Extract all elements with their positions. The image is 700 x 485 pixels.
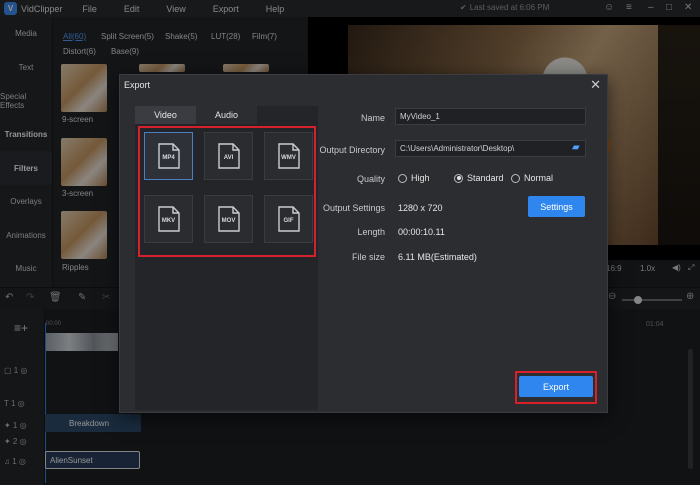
quality-normal-label: Normal xyxy=(524,173,554,183)
file-icon: MOV xyxy=(217,206,240,232)
settings-button[interactable]: Settings xyxy=(528,196,585,217)
radio-icon xyxy=(511,173,520,183)
file-icon: AVI xyxy=(217,143,240,169)
quality-high[interactable]: High xyxy=(398,173,430,183)
name-input[interactable]: MyVideo_1 xyxy=(395,108,586,125)
format-mkv-label: MKV xyxy=(161,218,176,224)
tab-audio[interactable]: Audio xyxy=(196,106,257,124)
file-size-value: 6.11 MB(Estimated) xyxy=(398,252,477,262)
quality-high-label: High xyxy=(411,173,430,183)
output-directory-input[interactable]: C:\Users\Administrator\Desktop\ xyxy=(395,140,586,157)
radio-icon xyxy=(398,173,407,183)
format-avi[interactable]: AVI xyxy=(204,132,253,180)
output-settings-label: Output Settings xyxy=(322,203,385,213)
export-button[interactable]: Export xyxy=(519,376,593,397)
quality-label: Quality xyxy=(356,174,385,184)
file-icon: WMV xyxy=(277,143,300,169)
format-gif-label: GIF xyxy=(283,218,294,224)
file-icon: MKV xyxy=(157,206,180,232)
quality-normal[interactable]: Normal xyxy=(511,173,553,183)
file-size-label: File size xyxy=(351,252,385,262)
output-settings-value: 1280 x 720 xyxy=(398,203,443,213)
folder-icon[interactable]: ▰ xyxy=(572,142,580,153)
format-panel: Video Audio MP4 AVI WMV MKV MOV GIF xyxy=(135,106,318,410)
name-label: Name xyxy=(360,113,385,123)
format-avi-label: AVI xyxy=(223,155,234,161)
radio-selected-icon xyxy=(454,173,463,183)
quality-standard-label: Standard xyxy=(467,173,504,183)
format-mkv[interactable]: MKV xyxy=(144,195,193,243)
format-mp4[interactable]: MP4 xyxy=(144,132,193,180)
format-mov[interactable]: MOV xyxy=(204,195,253,243)
output-directory-label: Output Directory xyxy=(319,145,385,155)
format-grid: MP4 AVI WMV MKV MOV GIF xyxy=(138,126,316,257)
close-icon[interactable]: ✕ xyxy=(590,77,601,93)
file-icon: GIF xyxy=(277,206,300,232)
dialog-title: Export xyxy=(124,80,151,90)
app-window: V VidClipper File Edit View Export Help … xyxy=(0,0,700,485)
quality-standard[interactable]: Standard xyxy=(454,173,504,183)
format-mov-label: MOV xyxy=(221,218,236,224)
export-highlight: Export xyxy=(515,371,597,404)
length-label: Length xyxy=(357,227,385,237)
file-icon: MP4 xyxy=(157,143,180,169)
tab-video[interactable]: Video xyxy=(135,106,196,124)
export-dialog: Export ✕ Video Audio MP4 AVI WMV MKV MOV… xyxy=(119,74,608,413)
format-mp4-label: MP4 xyxy=(162,155,175,161)
format-wmv[interactable]: WMV xyxy=(264,132,313,180)
format-wmv-label: WMV xyxy=(281,155,296,161)
length-value: 00:00:10.11 xyxy=(398,227,445,237)
